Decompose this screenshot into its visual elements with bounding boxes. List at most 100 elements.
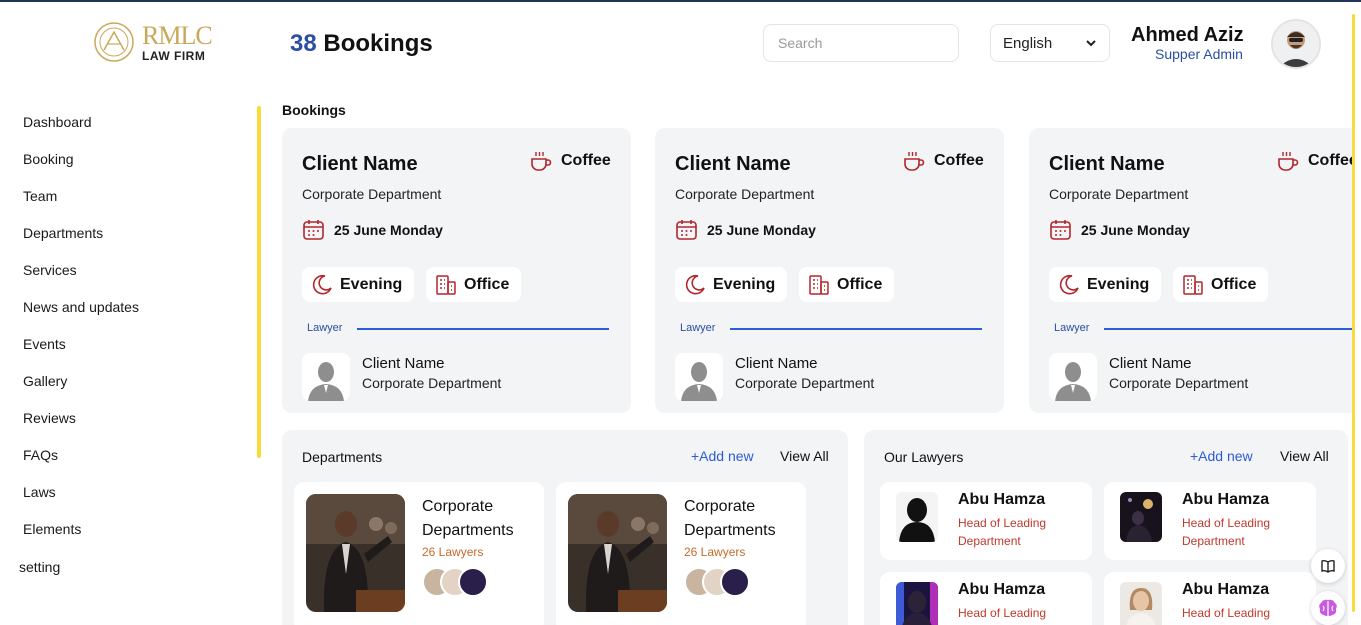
user-avatar[interactable] [1271, 19, 1321, 69]
sidebar-item-services[interactable]: Services [23, 262, 77, 278]
lawyer-photo-icon [1120, 492, 1162, 542]
sidebar-item-elements[interactable]: Elements [23, 521, 81, 536]
sidebar-item-events[interactable]: Events [23, 336, 66, 352]
department-lawyer-count: 26 Lawyers [684, 545, 746, 559]
lawyer-department: Corporate Department [735, 375, 875, 391]
lawyer-name: Abu Hamza [958, 581, 1046, 598]
lawyer-photo [1120, 492, 1162, 542]
sidebar-item-departments[interactable]: Departments [23, 225, 103, 241]
coffee-icon [531, 152, 552, 171]
sidebar-item-gallery[interactable]: Gallery [23, 373, 67, 389]
language-select[interactable]: English [990, 24, 1110, 62]
sidebar-item-news[interactable]: News and updates [23, 299, 139, 315]
time-pill: Evening [675, 267, 788, 302]
location-label: Office [1211, 275, 1257, 293]
logo[interactable]: RMLC LAW FIRM [92, 18, 222, 66]
beverage-label: Coffee [561, 152, 611, 169]
time-label: Evening [713, 275, 776, 293]
department-card[interactable]: Corporate Departments 26 Lawyers [294, 482, 544, 625]
department-image [568, 494, 667, 612]
lawyer-photo-icon [896, 582, 938, 625]
lawyer-card[interactable]: Abu Hamza Head of Leading Department [1104, 572, 1316, 625]
bookings-count: 38 [290, 30, 317, 57]
language-value: English [1003, 34, 1053, 52]
lawyer-photo [896, 582, 938, 625]
reader-button[interactable] [1311, 549, 1345, 583]
calendar-icon [1050, 220, 1071, 240]
sidebar-item-faqs[interactable]: FAQs [23, 447, 58, 463]
moon-icon [1059, 274, 1079, 294]
location-pill: Office [426, 267, 522, 302]
location-label: Office [464, 275, 510, 293]
lawyer-avatar [302, 353, 350, 401]
location-pill: Office [799, 267, 895, 302]
time-pill: Evening [1049, 267, 1162, 302]
chevron-down-icon [1086, 40, 1096, 47]
booking-date-label: 25 June Monday [707, 221, 816, 238]
page-title: 38 Bookings [290, 30, 433, 58]
department-lawyer-avatars [684, 567, 754, 599]
lawyers-panel: Our Lawyers +Add new View All Abu Hamza … [864, 430, 1348, 625]
lawyer-card[interactable]: Abu Hamza Head of Leading Department [880, 482, 1092, 560]
courtroom-photo-icon [568, 494, 667, 612]
beverage-tag: Coffee [529, 150, 611, 172]
sidebar-item-booking[interactable]: Booking [23, 151, 74, 167]
lawyers-view-all-link[interactable]: View All [1280, 448, 1329, 464]
sidebar-item-reviews[interactable]: Reviews [23, 410, 76, 426]
brain-icon [1319, 599, 1337, 616]
user-name: Ahmed Aziz [1131, 24, 1244, 46]
beverage-tag: Coffee [902, 150, 984, 172]
lawyer-card[interactable]: Abu Hamza Head of Leading Department [880, 572, 1092, 625]
logo-firm-name: LAW FIRM [142, 48, 206, 63]
sidebar-item-laws[interactable]: Laws [23, 484, 56, 500]
user-silhouette-icon [681, 362, 717, 401]
bookings-section-title: Bookings [282, 102, 346, 118]
department-image [306, 494, 405, 612]
building-icon [436, 274, 456, 295]
lawyer-name: Abu Hamza [958, 491, 1046, 508]
booking-card[interactable]: Client Name Coffee Corporate Department … [655, 128, 1004, 413]
lawyer-avatar [1049, 353, 1097, 401]
beverage-tag: Coffee [1276, 150, 1352, 172]
lawyer-name: Client Name [362, 355, 445, 372]
lawyer-role: Head of Leading Department [1182, 606, 1271, 625]
book-icon [1321, 559, 1335, 573]
logo-monogram: RMLC [142, 20, 213, 50]
beverage-label: Coffee [934, 152, 984, 169]
departments-add-new-button[interactable]: +Add new [691, 448, 754, 464]
department-title: Corporate Departments [422, 498, 514, 539]
lawyer-avatar [720, 567, 750, 597]
beverage-label: Coffee [1308, 152, 1352, 169]
booking-department: Corporate Department [675, 186, 815, 202]
lawyer-divider [357, 328, 609, 330]
departments-view-all-link[interactable]: View All [780, 448, 829, 464]
lawyer-card[interactable]: Abu Hamza Head of Leading Department [1104, 482, 1316, 560]
lawyer-divider [730, 328, 982, 330]
department-lawyer-avatars [422, 567, 492, 599]
building-icon [809, 274, 829, 295]
lawyer-avatar [675, 353, 723, 401]
lawyer-name: Abu Hamza [1182, 581, 1270, 598]
calendar-icon [676, 220, 697, 240]
department-card[interactable]: Corporate Departments 26 Lawyers [556, 482, 806, 625]
booking-card[interactable]: Client Name Coffee Corporate Department … [282, 128, 631, 413]
department-title: Corporate Departments [684, 498, 776, 539]
sidebar-scrollbar[interactable] [257, 106, 261, 458]
coffee-icon [904, 152, 925, 171]
booking-card[interactable]: Client Name Coffee Corporate Department … [1029, 128, 1352, 413]
sidebar-item-dashboard[interactable]: Dashboard [23, 114, 92, 130]
coffee-icon [1278, 152, 1299, 171]
courtroom-photo-icon [306, 494, 405, 612]
sidebar-item-team[interactable]: Team [23, 188, 57, 204]
lawyer-label: Lawyer [680, 322, 716, 334]
bookings-title-label: Bookings [323, 30, 433, 57]
search-input[interactable] [763, 24, 959, 62]
lawyer-role: Head of Leading Department [1182, 516, 1271, 548]
page-scrollbar[interactable] [1352, 14, 1355, 612]
ai-assistant-button[interactable] [1311, 591, 1345, 625]
location-pill: Office [1173, 267, 1269, 302]
sidebar-item-setting[interactable]: setting [19, 559, 60, 575]
lawyer-department: Corporate Department [1109, 375, 1249, 391]
lawyer-photo-icon [1120, 582, 1162, 625]
lawyers-add-new-button[interactable]: +Add new [1190, 448, 1253, 464]
